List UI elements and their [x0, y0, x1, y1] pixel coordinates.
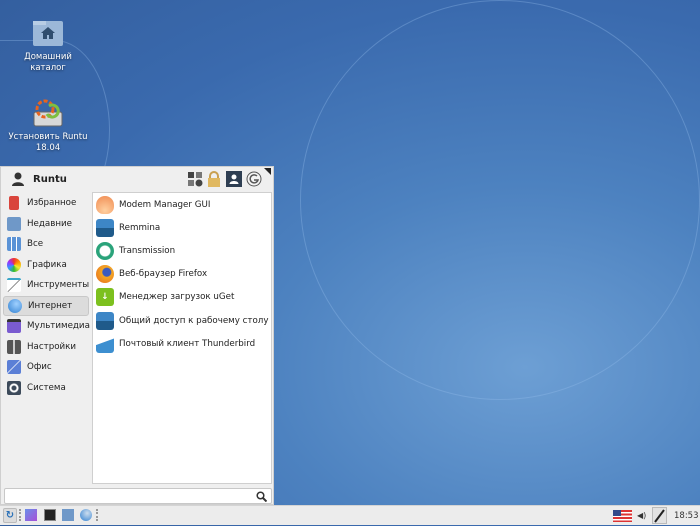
settings-icon[interactable]: [187, 171, 203, 187]
menu-header: Runtu: [1, 167, 273, 191]
category-office[interactable]: Офис: [3, 357, 89, 378]
uget-download-icon: ↓: [96, 288, 114, 307]
file-manager-icon[interactable]: [62, 509, 74, 521]
application-list: Modem Manager GUI Remmina Transmission В…: [92, 192, 272, 484]
category-label: Система: [27, 382, 66, 393]
desktop-icon-label: Установить Runtu 18.04: [8, 132, 88, 153]
category-graphics[interactable]: Графика: [3, 255, 89, 276]
app-remmina[interactable]: Remmina: [93, 216, 271, 239]
category-label: Инструменты: [27, 280, 90, 291]
category-label: Все: [27, 239, 44, 250]
settings-category-icon: [7, 339, 21, 354]
keyboard-layout-flag-icon[interactable]: [613, 510, 632, 522]
show-desktop-icon[interactable]: [25, 509, 37, 521]
app-desktop-sharing[interactable]: Общий доступ к рабочему столу: [93, 309, 271, 332]
app-label: Менеджер загрузок uGet: [119, 292, 235, 303]
application-menu: Runtu Избранное Недавние Все Графика Инс…: [0, 166, 274, 505]
category-label: Настройки: [27, 341, 77, 352]
firefox-icon: [96, 265, 114, 284]
lock-icon[interactable]: [206, 171, 222, 187]
menu-button-icon[interactable]: ↻: [3, 508, 17, 523]
wallpaper-swirl: [300, 0, 700, 400]
home-folder-icon: [31, 18, 65, 48]
app-label: Modem Manager GUI: [119, 199, 211, 210]
system-gear-icon: [7, 380, 21, 395]
app-label: Transmission: [119, 245, 176, 256]
globe-icon: [8, 298, 22, 313]
separator: [19, 509, 21, 521]
category-label: Графика: [27, 259, 67, 270]
app-label: Remmina: [119, 222, 161, 233]
thunderbird-icon: [96, 334, 114, 353]
category-all[interactable]: Все: [3, 234, 89, 255]
category-label: Избранное: [27, 198, 77, 209]
network-icon[interactable]: [652, 507, 667, 524]
volume-icon[interactable]: ◀): [637, 511, 649, 521]
graphics-icon: [7, 257, 21, 272]
terminal-icon[interactable]: [44, 509, 56, 521]
app-modem-manager[interactable]: Modem Manager GUI: [93, 193, 271, 216]
category-tools[interactable]: Инструменты: [3, 275, 89, 296]
category-recent[interactable]: Недавние: [3, 214, 89, 235]
desktop-icon-installer[interactable]: Установить Runtu 18.04: [8, 98, 88, 154]
app-firefox[interactable]: Веб-браузер Firefox: [93, 263, 271, 286]
bookmark-icon: [9, 196, 19, 211]
app-transmission[interactable]: Transmission: [93, 239, 271, 262]
app-label: Почтовый клиент Thunderbird: [119, 338, 256, 349]
category-label: Мультимедиа: [27, 321, 90, 332]
category-multimedia[interactable]: Мультимедиа: [3, 316, 90, 337]
search-icon[interactable]: [256, 491, 267, 502]
category-system[interactable]: Система: [3, 378, 89, 399]
category-settings[interactable]: Настройки: [3, 337, 89, 358]
resize-corner[interactable]: [264, 168, 271, 175]
category-label: Офис: [27, 362, 52, 373]
app-uget[interactable]: ↓ Менеджер загрузок uGet: [93, 286, 271, 309]
desktop-sharing-icon: [96, 311, 114, 330]
app-label: Веб-браузер Firefox: [119, 269, 208, 280]
desktop-icon-home[interactable]: Домашний каталог: [8, 18, 88, 74]
clock[interactable]: 18:53: [674, 511, 699, 521]
category-label: Интернет: [28, 300, 73, 311]
category-favorites[interactable]: Избранное: [3, 193, 89, 214]
modem-manager-icon: [96, 195, 114, 214]
flag-canton: [613, 510, 621, 516]
category-label: Недавние: [27, 218, 72, 229]
user-icon: [12, 172, 24, 186]
app-label: Общий доступ к рабочему столу: [119, 315, 269, 326]
search-input[interactable]: [5, 489, 250, 503]
installer-icon: [31, 98, 65, 128]
browser-icon[interactable]: [80, 509, 92, 521]
logout-icon[interactable]: [246, 171, 262, 187]
user-name: Runtu: [33, 173, 67, 185]
remmina-icon: [96, 218, 114, 237]
office-icon: [7, 360, 21, 375]
separator: [96, 509, 98, 521]
user-info: Runtu: [11, 172, 67, 186]
category-internet[interactable]: Интернет: [3, 295, 89, 316]
search-box: [4, 488, 272, 504]
desktop-icon-label: Домашний каталог: [24, 52, 72, 73]
user-switch-icon[interactable]: [226, 171, 242, 187]
multimedia-icon: [7, 319, 21, 334]
tools-icon: [7, 278, 21, 293]
category-list: Избранное Недавние Все Графика Инструмен…: [3, 193, 90, 399]
transmission-icon: [96, 241, 114, 260]
taskbar: ↻ ◀) 18:53: [0, 505, 700, 525]
grid-icon: [7, 237, 21, 252]
folder-icon: [7, 216, 21, 231]
app-thunderbird[interactable]: Почтовый клиент Thunderbird: [93, 332, 271, 355]
